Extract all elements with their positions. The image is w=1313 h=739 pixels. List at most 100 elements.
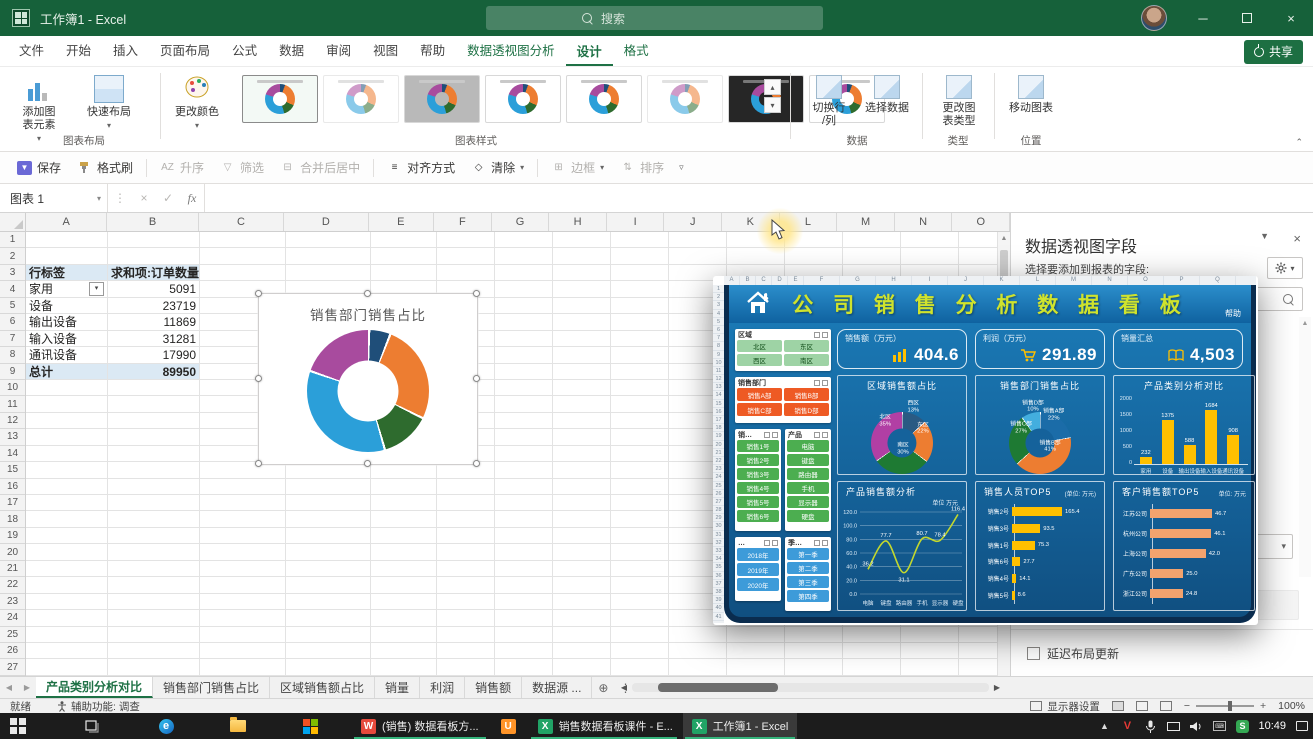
row-header-6[interactable]: 6 xyxy=(0,314,25,330)
select-all-corner[interactable] xyxy=(0,213,26,232)
slicer-button-2018年[interactable]: 2018年 xyxy=(737,548,779,561)
maximize-button[interactable] xyxy=(1225,0,1269,36)
more-dots-icon[interactable]: ⋮ xyxy=(108,184,132,212)
clear-filter-icon[interactable] xyxy=(822,332,828,338)
hidden-icons-chevron[interactable]: ▲ xyxy=(1097,719,1111,733)
pivot-row-value[interactable]: 17990 xyxy=(108,347,200,363)
clear-filter-icon[interactable] xyxy=(822,380,828,386)
row-header-3[interactable]: 3 xyxy=(0,265,25,281)
tab-数据[interactable]: 数据 xyxy=(268,34,315,66)
close-button[interactable]: × xyxy=(1269,0,1313,36)
microphone-tray-icon[interactable] xyxy=(1143,719,1157,733)
clear-filter-icon[interactable] xyxy=(822,540,828,546)
slicer-区域[interactable]: 区域北区东区西区南区 xyxy=(735,329,831,371)
row-header-21[interactable]: 21 xyxy=(0,561,25,577)
slicer-button-显示器[interactable]: 显示器 xyxy=(787,496,829,508)
selection-handle[interactable] xyxy=(255,460,262,467)
zoom-out-icon[interactable]: − xyxy=(1184,700,1190,712)
clear-filter-icon[interactable] xyxy=(772,540,778,546)
tab-页面布局[interactable]: 页面布局 xyxy=(149,34,221,66)
name-box[interactable]: 图表 1▾ xyxy=(0,184,108,212)
slicer-button-第一季[interactable]: 第一季 xyxy=(787,548,829,560)
selection-handle[interactable] xyxy=(255,375,262,382)
tab-审阅[interactable]: 审阅 xyxy=(315,34,362,66)
tab-帮助[interactable]: 帮助 xyxy=(409,34,456,66)
pivot-row-label[interactable]: 输出设备 xyxy=(26,314,108,330)
column-header-M[interactable]: M xyxy=(837,213,895,231)
slicer-button-销售2号[interactable]: 销售2号 xyxy=(737,454,779,466)
select-data-button[interactable]: 选择数据 xyxy=(858,69,916,115)
quick-layout-button[interactable]: 快速布局▾ xyxy=(78,69,140,132)
slicer-button-销售1号[interactable]: 销售1号 xyxy=(737,440,779,452)
row-header-15[interactable]: 15 xyxy=(0,462,25,478)
slicer-button-硬盘[interactable]: 硬盘 xyxy=(787,510,829,522)
gallery-up-icon[interactable]: ▴ xyxy=(764,79,781,95)
pivot-row-label[interactable]: 家用 xyxy=(26,281,108,297)
sheet-tab-销售部门销售占比[interactable]: 销售部门销售占比 xyxy=(153,677,270,698)
row-header-20[interactable]: 20 xyxy=(0,544,25,560)
pivot-row[interactable]: 通讯设备17990 xyxy=(26,347,200,363)
page-layout-view-icon[interactable] xyxy=(1136,701,1148,711)
pivot-row-label[interactable]: 输入设备 xyxy=(26,331,108,347)
row-header-7[interactable]: 7 xyxy=(0,331,25,347)
cancel-icon[interactable]: × xyxy=(132,184,156,212)
sheet-tab-利润[interactable]: 利润 xyxy=(420,677,465,698)
column-header-H[interactable]: H xyxy=(549,213,607,231)
slicer-button-路由器[interactable]: 路由器 xyxy=(787,468,829,480)
column-header-B[interactable]: B xyxy=(107,213,198,231)
multiselect-icon[interactable] xyxy=(814,380,820,386)
pivot-total-row[interactable]: 总计89950 xyxy=(26,364,200,380)
normal-view-icon[interactable] xyxy=(1112,701,1124,711)
row-header-22[interactable]: 22 xyxy=(0,577,25,593)
tab-插入[interactable]: 插入 xyxy=(102,34,149,66)
slicer-季…[interactable]: 季…第一季第二季第三季第四季 xyxy=(785,537,831,611)
pane-scrollbar[interactable]: ▲ xyxy=(1299,317,1311,577)
multiselect-icon[interactable] xyxy=(814,332,820,338)
pivot-total-label[interactable]: 总计 xyxy=(26,364,108,380)
pivot-value-header[interactable]: 求和项:订单数量 xyxy=(108,265,200,281)
sheet-nav-right-icon[interactable]: ▶ xyxy=(18,677,36,698)
selection-handle[interactable] xyxy=(473,290,480,297)
change-colors-button[interactable]: 更改颜色▾ xyxy=(166,69,228,132)
user-avatar[interactable] xyxy=(1141,5,1167,31)
row-header-4[interactable]: 4 xyxy=(0,281,25,297)
slicer-button-西区[interactable]: 西区 xyxy=(737,354,782,366)
slicer-button-销售4号[interactable]: 销售4号 xyxy=(737,482,779,494)
gallery-down-icon[interactable]: ▾ xyxy=(764,97,781,113)
chart-style-thumbnail-4[interactable] xyxy=(485,75,561,123)
zoom-in-icon[interactable]: + xyxy=(1260,700,1266,712)
row-header-17[interactable]: 17 xyxy=(0,495,25,511)
pivot-row[interactable]: 输入设备31281 xyxy=(26,331,200,347)
close-pane-icon[interactable]: × xyxy=(1293,231,1301,246)
pane-gear-button[interactable]: ▾ xyxy=(1267,257,1303,279)
taskbar-app[interactable]: W(销售) 数据看板方... xyxy=(352,713,488,739)
slicer-button-南区[interactable]: 南区 xyxy=(784,354,829,366)
pivot-row-value[interactable]: 23719 xyxy=(108,298,200,314)
row-header-10[interactable]: 10 xyxy=(0,380,25,396)
formula-input[interactable] xyxy=(204,184,1313,212)
multiselect-icon[interactable] xyxy=(814,540,820,546)
column-header-O[interactable]: O xyxy=(952,213,1010,231)
pivot-row[interactable]: 家用5091 xyxy=(26,281,200,297)
taskbar-app[interactable]: U xyxy=(492,713,525,739)
slicer-button-电脑[interactable]: 电脑 xyxy=(787,440,829,452)
qat-保存[interactable]: ▼保存 xyxy=(10,155,68,180)
row-header-27[interactable]: 27 xyxy=(0,659,25,675)
move-chart-button[interactable]: 移动图表 xyxy=(1002,69,1060,115)
pivot-row-label-header[interactable]: 行标签▾ xyxy=(26,265,108,281)
chart-style-thumbnail-5[interactable] xyxy=(566,75,642,123)
row-header-16[interactable]: 16 xyxy=(0,479,25,495)
column-header-L[interactable]: L xyxy=(780,213,838,231)
sheet-tab-销售额[interactable]: 销售额 xyxy=(465,677,522,698)
scroll-right-icon[interactable]: ▶ xyxy=(991,681,1003,694)
gallery-arrows[interactable]: ▴▾ xyxy=(764,79,781,113)
zoom-level[interactable]: 100% xyxy=(1278,700,1305,712)
column-header-D[interactable]: D xyxy=(284,213,368,231)
switch-row-column-button[interactable]: 切换行/列 xyxy=(800,69,858,128)
search-box[interactable]: 搜索 xyxy=(486,6,823,30)
multiselect-icon[interactable] xyxy=(814,432,820,438)
zoom-slider[interactable]: − + xyxy=(1184,700,1266,712)
display-tray-icon[interactable] xyxy=(1166,719,1180,733)
row-header-1[interactable]: 1 xyxy=(0,232,25,248)
row-header-8[interactable]: 8 xyxy=(0,347,25,363)
